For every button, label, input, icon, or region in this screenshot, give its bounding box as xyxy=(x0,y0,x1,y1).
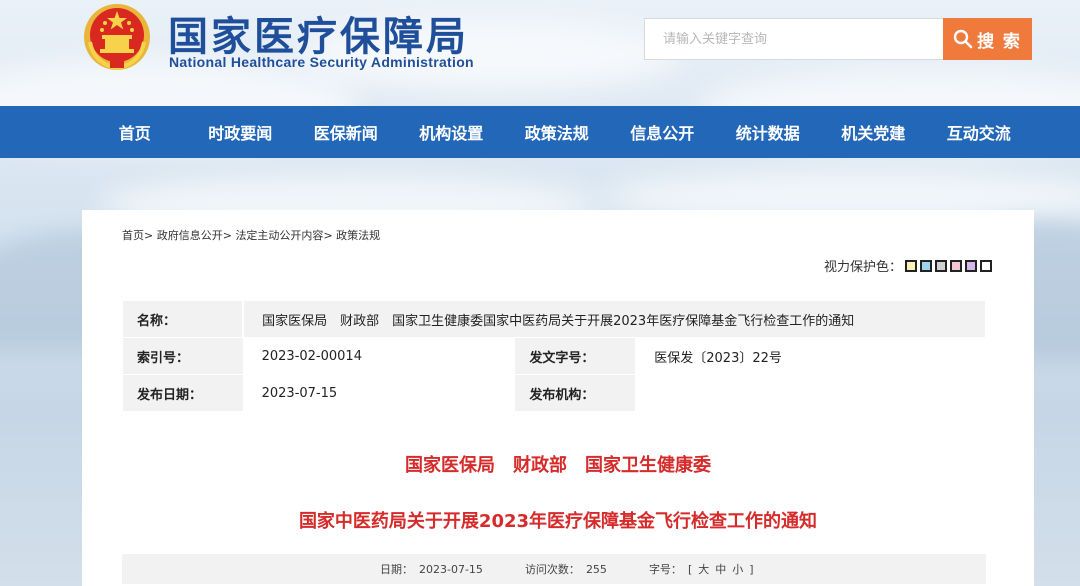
fontsize-small-button[interactable]: 小 xyxy=(732,561,743,577)
nav-policies[interactable]: 政策法规 xyxy=(504,106,610,158)
breadcrumb-policies[interactable]: 政策法规 xyxy=(336,229,380,242)
name-label: 名称： xyxy=(122,300,244,338)
document-issuers: 国家医保局 财政部 国家卫生健康委 xyxy=(405,455,711,476)
table-row: 发布日期： 2023-07-15 发布机构： xyxy=(122,374,986,412)
index-label: 索引号： xyxy=(122,337,244,375)
article-meta-bar: 日期： 2023-07-15 访问次数： 255 字号： [ 大 中 小 ] xyxy=(122,554,986,584)
breadcrumb-gov-info[interactable]: 政府信息公开 xyxy=(157,229,223,242)
nav-organization[interactable]: 机构设置 xyxy=(399,106,505,158)
eye-care-swatch-white[interactable] xyxy=(980,259,992,272)
eye-care-swatch-blue[interactable] xyxy=(920,259,932,272)
nav-party-building[interactable]: 机关党建 xyxy=(821,106,927,158)
fontsize-medium-button[interactable]: 中 xyxy=(715,561,726,577)
nav-healthcare-news[interactable]: 医保新闻 xyxy=(293,106,399,158)
document-title: 国家中医药局关于开展2023年医疗保障基金飞行检查工作的通知 xyxy=(298,511,818,532)
table-row: 索引号： 2023-02-00014 发文字号： 医保发〔2023〕22号 xyxy=(122,337,986,375)
breadcrumb-home[interactable]: 首页 xyxy=(122,229,144,242)
fontsize-bracket-close: ] xyxy=(749,562,754,576)
breadcrumb-statutory-content[interactable]: 法定主动公开内容 xyxy=(235,229,323,242)
meta-visits-value: 255 xyxy=(585,562,607,576)
breadcrumb: 首页> 政府信息公开> 法定主动公开内容> 政策法规 xyxy=(122,227,380,243)
document-info-table: 名称： 国家医保局 财政部 国家卫生健康委国家中医药局关于开展2023年医疗保障… xyxy=(122,300,987,412)
name-value: 国家医保局 财政部 国家卫生健康委国家中医药局关于开展2023年医疗保障基金飞行… xyxy=(242,300,987,338)
date-label: 发布日期： xyxy=(122,374,244,412)
fontsize-bracket-open: [ xyxy=(687,562,693,576)
site-header: 国家医疗保障局 National Healthcare Security Adm… xyxy=(0,0,1080,106)
nav-current-affairs[interactable]: 时政要闻 xyxy=(188,106,294,158)
meta-date-value: 2023-07-15 xyxy=(419,562,483,576)
nav-interaction[interactable]: 互动交流 xyxy=(926,106,1032,158)
search-box xyxy=(644,18,944,60)
eye-care-label: 视力保护色： xyxy=(823,260,902,275)
eye-care-swatch-pink[interactable] xyxy=(950,259,962,272)
eye-care-swatch-purple[interactable] xyxy=(965,259,977,272)
nav-info-disclosure[interactable]: 信息公开 xyxy=(610,106,716,158)
org-label: 发布机构： xyxy=(514,374,637,412)
meta-fontsize-label: 字号： xyxy=(648,563,682,576)
eye-care-selector: 视力保护色： xyxy=(824,256,992,275)
search-icon xyxy=(953,29,973,49)
search-button-label: 搜 索 xyxy=(977,31,1022,51)
meta-visits-label: 访问次数： xyxy=(524,563,580,576)
meta-date-label: 日期： xyxy=(380,563,413,576)
eye-care-swatch-yellow[interactable] xyxy=(905,259,917,272)
index-value: 2023-02-00014 xyxy=(242,337,516,375)
national-emblem-icon[interactable] xyxy=(82,2,152,72)
date-value: 2023-07-15 xyxy=(242,374,516,412)
search-input[interactable] xyxy=(645,19,943,59)
nav-statistics[interactable]: 统计数据 xyxy=(715,106,821,158)
docno-label: 发文字号： xyxy=(514,337,637,375)
eye-care-swatch-gray[interactable] xyxy=(935,259,947,272)
search-button[interactable]: 搜 索 xyxy=(943,18,1032,60)
breadcrumb-separator: > xyxy=(144,229,154,242)
fontsize-large-button[interactable]: 大 xyxy=(698,561,709,577)
site-subtitle-en: National Healthcare Security Administrat… xyxy=(169,54,474,70)
content-panel: 首页> 政府信息公开> 法定主动公开内容> 政策法规 视力保护色： 名称： 国家… xyxy=(82,210,1034,586)
org-value xyxy=(635,374,986,412)
table-row: 名称： 国家医保局 财政部 国家卫生健康委国家中医药局关于开展2023年医疗保障… xyxy=(122,300,987,338)
nav-home[interactable]: 首页 xyxy=(82,106,188,158)
docno-value: 医保发〔2023〕22号 xyxy=(635,337,986,375)
breadcrumb-separator: > xyxy=(323,229,333,242)
main-nav: 首页 时政要闻 医保新闻 机构设置 政策法规 信息公开 统计数据 机关党建 互动… xyxy=(0,106,1080,158)
breadcrumb-separator: > xyxy=(222,229,232,242)
